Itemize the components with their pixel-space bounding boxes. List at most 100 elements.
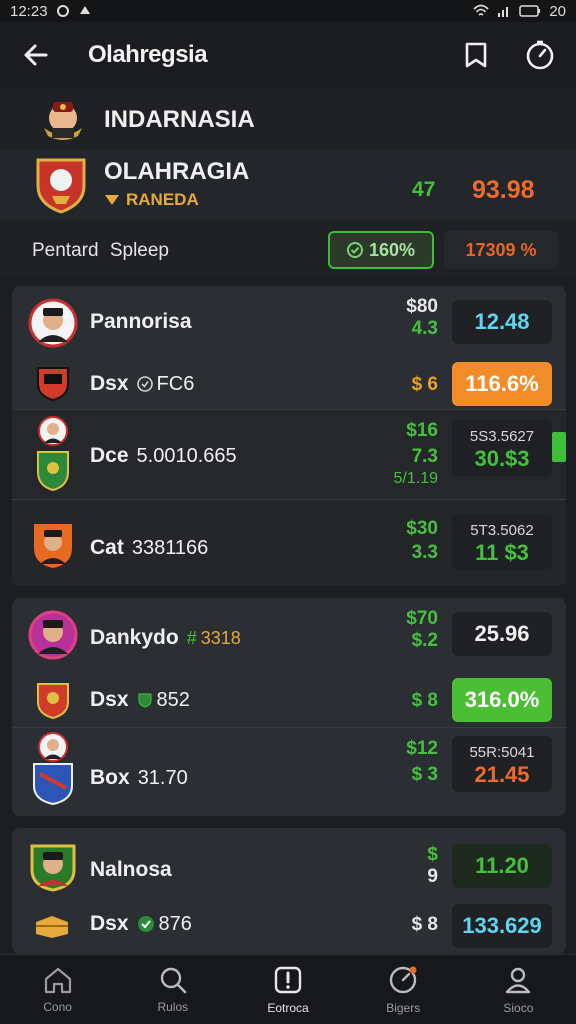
player-row[interactable]: Dce 5.0010.665 $16 7.3 5/1.19 5S3.5627 3… [12, 410, 566, 500]
score-delta: 47 [412, 178, 436, 201]
nav-item-profile[interactable]: Sioco [461, 955, 576, 1024]
check-badge-icon [346, 242, 363, 258]
club-crest-icon [33, 763, 73, 806]
value-box[interactable]: 12.48 [452, 300, 552, 344]
value-box[interactable]: 133.629 [452, 904, 552, 948]
player-meta: 852 [137, 689, 190, 712]
player-name-group: Dce 5.0010.665 [90, 444, 237, 468]
club-row[interactable]: OLAHRAGIA RANEDA 47 93.98 [0, 150, 576, 220]
club-badge-icon [37, 683, 69, 720]
percent-pill-green[interactable]: 160% [328, 231, 434, 269]
club-score: 93.98 [472, 176, 535, 204]
player-row[interactable]: Dsx FC6 $ 6 116.6% [12, 358, 566, 410]
player-row[interactable]: Cat 3381166 $30 3.3 5T3.5062 11 $3 [12, 500, 566, 586]
value-box-dual[interactable]: 5S3.5627 30.$3 [452, 420, 552, 476]
match-card: Dankydo # 3318 $70 $.2 25.96 Dsx 852 $ 8… [12, 598, 566, 816]
shield-icon [105, 195, 119, 205]
player-row[interactable]: Dsx 876 $ 8 133.629 [12, 900, 566, 954]
value-small: 55R:5041 [469, 744, 535, 761]
arrow-left-icon [24, 44, 48, 66]
player-meta: 876 [137, 913, 192, 936]
odds-stack: $70 $.2 [374, 608, 438, 652]
player-row[interactable]: Dsx 852 $ 8 316.0% [12, 674, 566, 728]
player-name-group: Cat 3381166 [90, 536, 208, 560]
nav-label: Sioco [503, 1000, 534, 1015]
odds-top: $80 [406, 296, 438, 317]
notification-icon [56, 5, 69, 17]
value-box-highlight[interactable]: 116.6% [452, 362, 552, 406]
player-meta-text: 852 [156, 688, 190, 711]
nav-item-stats[interactable]: Bigers [346, 955, 461, 1024]
percent-pill-orange[interactable]: 17309 % [444, 231, 558, 269]
player-meta-text: 876 [158, 912, 192, 935]
player-name-group: Box 31.70 [90, 766, 188, 790]
battery-icon [519, 5, 541, 17]
club-crest-icon [37, 451, 69, 492]
odds-top: $ [427, 844, 438, 865]
timer-button[interactable] [522, 37, 558, 73]
player-meta: 5.0010.665 [136, 444, 237, 467]
nav-label: Bigers [386, 1000, 421, 1015]
value-small: 5S3.5627 [469, 428, 535, 445]
player-name: Nalnosa [90, 858, 172, 881]
nav-label: Cono [43, 999, 72, 1014]
club-badge-icon [37, 367, 69, 402]
percent-pill-green-value: 160% [368, 239, 416, 260]
odds-top: $70 [406, 608, 438, 629]
player-name: Pannorisa [90, 310, 192, 333]
odds-extra: 5/1.19 [393, 470, 438, 487]
summary-row: Pentard Spleep 160% 17309 % [0, 228, 576, 278]
player-name-group: Pannorisa [90, 310, 192, 334]
value-main: 11 $3 [475, 540, 529, 565]
stats-icon [390, 966, 417, 993]
profile-icon [506, 967, 531, 993]
player-row[interactable]: Nalnosa $ 9 11.20 [12, 828, 566, 900]
player-avatar-icon [30, 844, 76, 892]
club-subtitle-text: RANEDA [126, 190, 199, 209]
status-bar: 12:23 20 [0, 0, 576, 22]
match-card: Pannorisa $80 4.3 12.48 Dsx FC6 $ 6 116.… [12, 286, 566, 586]
value-box-dual[interactable]: 55R:5041 21.45 [452, 736, 552, 792]
player-name: Dankydo [90, 626, 179, 649]
player-avatar-icon [28, 610, 78, 660]
value-box-dual[interactable]: 5T3.5062 11 $3 [452, 514, 552, 570]
odds-top: $12 [406, 738, 438, 759]
player-meta-text: FC6 [156, 372, 195, 395]
signal-icon [498, 7, 509, 17]
bookmark-button[interactable] [458, 37, 494, 73]
battery-level: 20 [549, 2, 566, 20]
odds-bottom: 7.3 [411, 446, 438, 467]
nav-item-home[interactable]: Cono [0, 955, 115, 1024]
odds-bottom: 4.3 [411, 318, 438, 339]
back-button[interactable] [18, 37, 54, 73]
player-name-group: Dankydo # 3318 [90, 626, 241, 650]
value-box[interactable]: 25.96 [452, 612, 552, 656]
player-meta: FC6 [136, 372, 195, 396]
value-small: 5T3.5062 [470, 522, 534, 539]
nav-item-search[interactable]: Rulos [115, 955, 230, 1024]
odds-top: $30 [406, 518, 438, 539]
shield-badge-icon [138, 693, 152, 708]
wifi-icon [473, 4, 489, 16]
app-status-icon [79, 6, 90, 14]
player-row[interactable]: Dankydo # 3318 $70 $.2 25.96 [12, 598, 566, 674]
team-emblem-icon [44, 102, 82, 140]
value-box-highlight[interactable]: 316.0% [452, 678, 552, 722]
player-row[interactable]: Pannorisa $80 4.3 12.48 [12, 286, 566, 358]
team-row: INDARNASIA [38, 98, 255, 142]
odds-stack: $ 9 [374, 844, 438, 888]
odds-bottom: $ 3 [411, 764, 438, 785]
player-name: Box [90, 766, 130, 789]
search-icon [160, 967, 187, 993]
player-row[interactable]: Box 31.70 $12 $ 3 55R:5041 21.45 [12, 728, 566, 816]
value-box[interactable]: 11.20 [452, 844, 552, 888]
alert-icon [274, 966, 302, 993]
player-name-group: Dsx 852 [90, 688, 190, 712]
odds-top: $16 [406, 420, 438, 441]
odds-bottom: 3.3 [411, 542, 438, 563]
player-meta: 31.70 [137, 766, 188, 789]
team-name: INDARNASIA [104, 106, 255, 133]
player-meta: 3381166 [131, 536, 209, 559]
player-avatar-icon [38, 732, 68, 762]
nav-item-alerts[interactable]: Eotroca [230, 955, 345, 1024]
